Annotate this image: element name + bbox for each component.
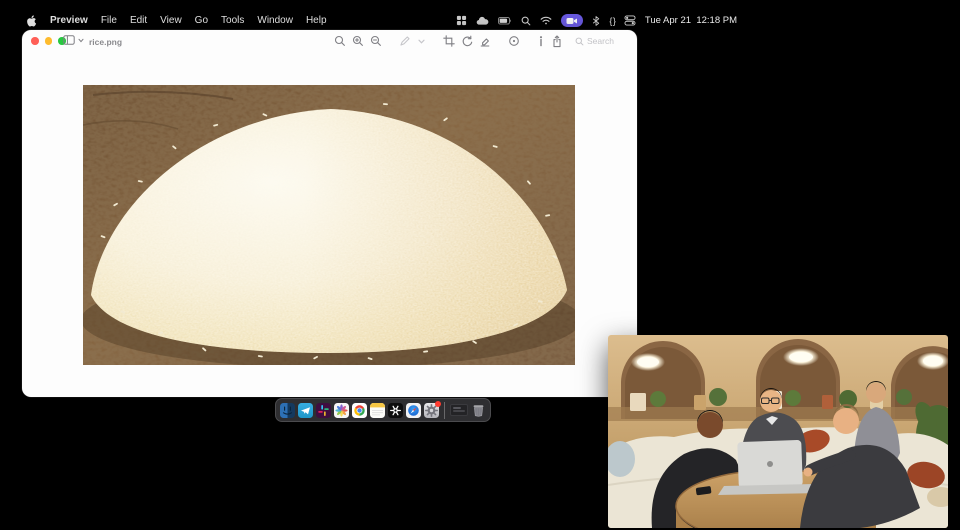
minimize-button[interactable] — [45, 37, 53, 45]
grid-icon[interactable] — [456, 15, 467, 26]
menu-file[interactable]: File — [101, 15, 117, 27]
wifi-icon[interactable] — [540, 16, 552, 25]
control-center-icon[interactable] — [624, 15, 636, 26]
menu-tools[interactable]: Tools — [221, 15, 244, 27]
dock-minimized-window[interactable] — [450, 404, 468, 416]
dock-app-notes[interactable] — [370, 403, 385, 418]
dock-app-slack[interactable] — [316, 403, 331, 418]
info-icon[interactable] — [537, 35, 545, 47]
dock-app-settings[interactable] — [424, 403, 439, 418]
dock-app-chatgpt[interactable] — [388, 403, 403, 418]
preview-window: rice.png — [22, 30, 637, 397]
menu-bar-status: { } Tue Apr 21 12:18 PM — [456, 14, 737, 27]
menu-bar-left: Preview File Edit View Go Tools Window H… — [27, 15, 327, 27]
dock-app-safari[interactable] — [406, 403, 421, 418]
battery-icon[interactable] — [498, 17, 512, 25]
dock-app-photos[interactable] — [334, 403, 349, 418]
share-icon[interactable] — [551, 35, 563, 48]
rice-image — [83, 85, 575, 365]
menu-go[interactable]: Go — [195, 15, 208, 27]
zoom-in-icon[interactable] — [352, 35, 364, 47]
rotate-left-icon[interactable] — [461, 35, 473, 47]
pip-video[interactable] — [608, 335, 948, 528]
dock-trash[interactable] — [471, 403, 486, 418]
search-icon[interactable] — [521, 16, 531, 26]
bluetooth-icon[interactable] — [592, 15, 600, 27]
screen-recording-pill[interactable] — [561, 14, 583, 27]
highlighter-icon[interactable] — [479, 35, 491, 47]
toolbar-search[interactable]: Search — [575, 36, 614, 46]
dock — [275, 398, 491, 422]
crop-icon[interactable] — [443, 35, 455, 47]
menu-view[interactable]: View — [160, 15, 182, 27]
window-toolbar: Search — [334, 34, 614, 48]
menu-bar-clock[interactable]: Tue Apr 21 12:18 PM — [645, 15, 737, 26]
menu-edit[interactable]: Edit — [130, 15, 147, 27]
menu-app-name[interactable]: Preview — [50, 15, 88, 27]
cloud-icon[interactable] — [476, 16, 489, 26]
apple-logo-icon[interactable] — [27, 15, 37, 27]
chevron-down-icon[interactable] — [417, 37, 426, 46]
dock-separator — [444, 402, 445, 419]
desktop: Preview File Edit View Go Tools Window H… — [0, 0, 960, 530]
window-controls — [31, 37, 66, 45]
close-button[interactable] — [31, 37, 39, 45]
search-placeholder: Search — [587, 36, 614, 46]
notification-badge — [435, 401, 441, 407]
menu-window[interactable]: Window — [257, 15, 293, 27]
dock-app-telegram[interactable] — [298, 403, 313, 418]
sidebar-toggle-button[interactable] — [63, 35, 84, 45]
redact-icon[interactable] — [508, 35, 520, 47]
zoom-tool-icon[interactable] — [334, 35, 346, 47]
zoom-out-icon[interactable] — [370, 35, 382, 47]
dock-app-chrome[interactable] — [352, 403, 367, 418]
markup-pencil-icon[interactable] — [399, 35, 411, 47]
window-title: rice.png — [89, 37, 122, 47]
window-titlebar[interactable]: rice.png — [22, 30, 637, 52]
menu-help[interactable]: Help — [306, 15, 327, 27]
code-braces-label[interactable]: { } — [609, 16, 615, 26]
dock-app-finder[interactable] — [280, 403, 295, 418]
pip-scene — [608, 335, 948, 528]
